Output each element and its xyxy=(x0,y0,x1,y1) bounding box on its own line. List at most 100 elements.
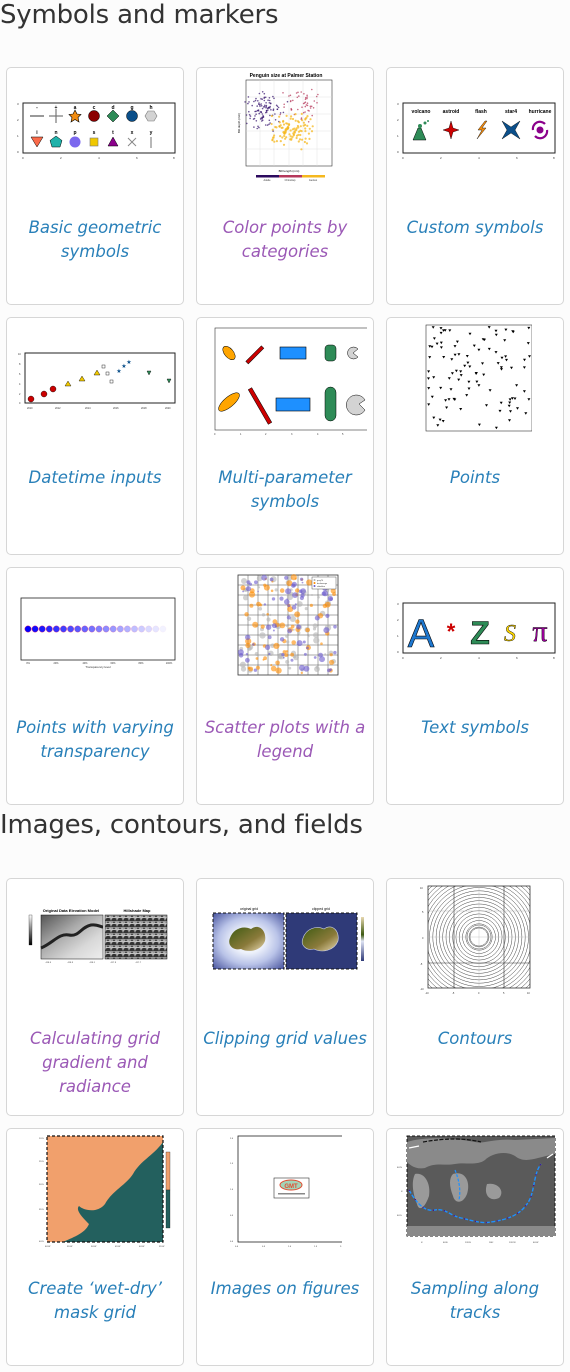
scatter-point xyxy=(296,624,302,630)
scatter-point xyxy=(271,597,276,601)
card-title[interactable]: Calculating grid gradient and radiance xyxy=(11,1027,179,1099)
penguin-point xyxy=(256,105,258,107)
scatter-point xyxy=(254,652,259,656)
penguin-point xyxy=(305,104,308,106)
gallery-card-multi-parameter-symbols[interactable]: 0123456 Multi-parameter symbols xyxy=(196,317,374,555)
scatter-point xyxy=(309,603,313,607)
penguin-point xyxy=(263,97,265,99)
scatter-point xyxy=(272,629,275,632)
penguin-point xyxy=(272,136,275,139)
gallery-card-scatter-plots-legend[interactable]: gray70 darkorange slateblue Scatter plot… xyxy=(196,567,374,805)
card-title[interactable]: Custom symbols xyxy=(391,216,559,240)
card-title[interactable]: Basic geometric symbols xyxy=(11,216,179,264)
thumbnail-custom-symbols: volcano astroid flash star4 hurricane 3 2… xyxy=(395,74,557,190)
penguin-point xyxy=(275,104,278,107)
svg-text:2: 2 xyxy=(440,656,442,660)
penguin-point xyxy=(304,130,307,133)
gallery-card-clipping-grid-values[interactable]: original grid clipped grid Clipping grid… xyxy=(196,878,374,1116)
penguin-point xyxy=(258,92,261,95)
penguin-point xyxy=(311,125,314,128)
thumbnail-images-on-figures: GMT 2.0 1.5 1.0 0.5 0.0 0.0 0.5 1.0 1.5 2.0 xyxy=(205,1131,367,1251)
scatter-point xyxy=(322,603,328,609)
penguin-point xyxy=(268,99,271,102)
transparency-dot xyxy=(74,625,82,633)
penguin-point xyxy=(306,97,308,100)
gallery-card-grid-gradient-radiance[interactable]: Original Data Elevation Model Hillshade … xyxy=(6,878,184,1116)
scatter-point xyxy=(252,643,255,646)
thumb-xlabel: Transparency level xyxy=(85,665,111,669)
penguin-point xyxy=(269,102,272,105)
svg-text:2: 2 xyxy=(397,118,399,122)
scatter-point xyxy=(324,653,327,655)
penguin-point xyxy=(248,114,251,116)
penguin-point xyxy=(282,92,284,94)
gallery-card-sampling-along-tracks[interactable]: 60°N 0° 60°S 0° 60°E 120°E 180° 120°W 60°W Samp… xyxy=(386,1128,564,1366)
scatter-point xyxy=(333,650,337,655)
gallery-card-datetime-inputs[interactable]: ★ ★ ★ 2010 2012 2014 2016 2018 2020 10 8 6 4 2 0 D… xyxy=(6,317,184,555)
scatter-point xyxy=(257,590,259,593)
penguin-point xyxy=(274,119,277,121)
gallery-card-text-symbols[interactable]: A * Z S π 3 2 1 0 0 2 4 6 8 Text symbols xyxy=(386,567,564,805)
scatter-point xyxy=(252,621,259,628)
card-title[interactable]: Datetime inputs xyxy=(11,466,179,490)
gallery-card-custom-symbols[interactable]: volcano astroid flash star4 hurricane 3 2… xyxy=(386,67,564,305)
scatter-point xyxy=(306,646,309,650)
penguin-point xyxy=(293,131,296,134)
card-title[interactable]: Sampling along tracks xyxy=(391,1277,559,1325)
penguin-point xyxy=(270,114,273,118)
gallery-card-wet-dry-mask-grid[interactable]: landwater 20°S25°S30°S35°S40°S 60°W55°W5… xyxy=(6,1128,184,1366)
gallery-card-contours[interactable]: 10 5 0 -5 -10 -10 -5 0 5 10 Contours xyxy=(386,878,564,1116)
gallery-card-points[interactable]: Points xyxy=(386,317,564,555)
scatter-point xyxy=(274,588,278,592)
card-title[interactable]: Text symbols xyxy=(391,716,559,740)
penguin-point xyxy=(260,118,262,120)
penguin-point xyxy=(265,109,268,112)
card-title[interactable]: Points xyxy=(391,466,559,490)
penguin-point xyxy=(283,106,285,108)
scatter-point xyxy=(245,657,250,663)
penguin-point xyxy=(295,136,298,140)
penguin-point xyxy=(268,102,271,104)
card-title[interactable]: Color points by categories xyxy=(201,216,369,264)
penguin-point xyxy=(248,110,250,113)
penguin-point xyxy=(254,110,256,113)
penguin-point xyxy=(309,118,312,121)
svg-text:50°W: 50°W xyxy=(91,1246,97,1248)
transparency-dot xyxy=(145,625,153,633)
penguin-point xyxy=(279,135,282,138)
penguin-point xyxy=(260,105,263,107)
card-title[interactable]: Create ‘wet-dry’ mask grid xyxy=(11,1277,179,1325)
penguin-point xyxy=(267,109,269,111)
tick-label: 20% xyxy=(53,662,59,665)
scatter-point xyxy=(301,581,304,584)
svg-text:5: 5 xyxy=(342,433,344,436)
legend-label: Gentoo xyxy=(309,179,318,182)
svg-text:6: 6 xyxy=(136,156,138,160)
card-title[interactable]: Images on figures xyxy=(201,1277,369,1301)
card-title[interactable]: Multi-parameter symbols xyxy=(201,466,369,514)
scatter-point xyxy=(287,604,291,608)
penguin-point xyxy=(297,91,299,94)
penguin-point xyxy=(282,143,286,146)
card-title[interactable]: Clipping grid values xyxy=(201,1027,369,1051)
svg-text:10: 10 xyxy=(420,887,423,890)
gallery-card-color-points-by-categories[interactable]: Penguin size at Palmer Station Bill leng… xyxy=(196,67,374,305)
card-title[interactable]: Scatter plots with a legend xyxy=(201,716,369,764)
penguin-point xyxy=(302,111,305,114)
svg-text:6: 6 xyxy=(19,373,21,376)
svg-text:2: 2 xyxy=(440,156,442,160)
scatter-point xyxy=(249,603,254,608)
svg-text:1.0: 1.0 xyxy=(288,1246,292,1248)
card-title[interactable]: Points with varying transparency xyxy=(11,716,179,764)
gallery-card-points-varying-transparency[interactable]: 0% 20% 40% 60% 80% 100% Transparency lev… xyxy=(6,567,184,805)
penguin-point xyxy=(268,119,271,122)
penguin-point xyxy=(304,101,307,103)
svg-text:5: 5 xyxy=(422,911,424,914)
gallery-card-basic-geometric-symbols[interactable]: - + a c d g h i n p s t x y 3 2 1 0 0 2 … xyxy=(6,67,184,305)
gallery-card-images-on-figures[interactable]: GMT 2.0 1.5 1.0 0.5 0.0 0.0 0.5 1.0 1.5 2.0 Imag… xyxy=(196,1128,374,1366)
glyph-A: A xyxy=(408,612,435,656)
card-title[interactable]: Contours xyxy=(391,1027,559,1051)
svg-text:0: 0 xyxy=(478,992,480,995)
penguin-point xyxy=(286,100,289,103)
scatter-point xyxy=(263,603,267,606)
